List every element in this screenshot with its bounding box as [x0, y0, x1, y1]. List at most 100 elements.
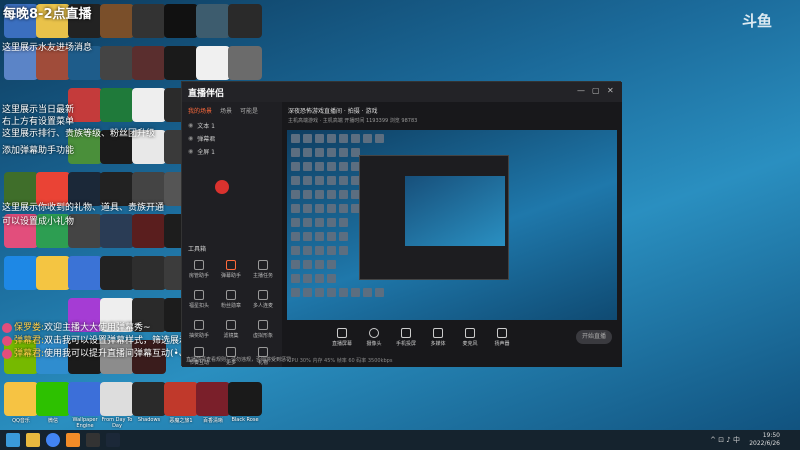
desktop-icon[interactable] [100, 214, 134, 248]
stream-meta: 主机高端游戏 · 主机高端 开播时间 1193399 浏览 98783 [288, 118, 418, 124]
chat-message: 弹幕君:双击我可以设置弹幕样式，筛选展示哦~ [2, 333, 205, 346]
desktop-icon[interactable] [36, 382, 70, 416]
nested-app-preview [359, 155, 509, 280]
desktop-icon[interactable] [228, 46, 262, 80]
desktop-icon[interactable] [100, 46, 134, 80]
screen-capture-button[interactable]: 直播屏幕 [330, 328, 354, 347]
clock-time: 19:50 [762, 432, 780, 439]
source-row[interactable]: ◉ 弹幕君 [182, 132, 282, 145]
desktop-icon[interactable] [132, 4, 166, 38]
desktop-icon[interactable] [132, 256, 166, 290]
start-live-button[interactable]: 开始直播 [576, 330, 612, 344]
left-panel: 我的场景 场景 可能是 ◉ 文本 1 ◉ 弹幕君 ◉ 全屏 1 工具箱 房管助手 弹幕… [182, 102, 282, 367]
user-badge-icon [2, 335, 12, 346]
add-source-button[interactable] [215, 180, 229, 194]
tab-other[interactable]: 可能是 [240, 106, 258, 115]
windows-start-icon[interactable] [6, 433, 20, 447]
eye-icon[interactable]: ◉ [188, 135, 193, 142]
desktop-icon[interactable] [68, 256, 102, 290]
desktop-icon[interactable] [132, 88, 166, 122]
media-icon [433, 328, 443, 338]
desktop-icon[interactable] [68, 382, 102, 416]
desktop-icon[interactable] [132, 214, 166, 248]
tool-fan-badge[interactable]: 粉丝勋章 [216, 290, 246, 309]
capture-toolbar: 直播屏幕 摄像头 手机投屏 多媒体 麦克风 扬声器 开始直播 [282, 324, 622, 356]
phone-icon [401, 328, 411, 338]
rules-notice: 直播前请查看规则：请勿违规，否则将受到惩罚 [186, 357, 292, 363]
desktop-icon[interactable] [36, 256, 70, 290]
user-badge-icon [2, 348, 12, 359]
user-badge-icon [2, 322, 12, 333]
desktop-icon[interactable] [228, 4, 262, 38]
eye-icon[interactable]: ◉ [188, 122, 193, 129]
status-bar: CPU 30% 内存 45% 帧率 60 码率 3500kbps [288, 358, 393, 364]
overlay-hint: 这里展示你收到的礼物、道具、贵族开通 [2, 203, 165, 213]
tool-lottery[interactable]: 抽奖助手 [184, 320, 214, 339]
eye-icon[interactable]: ◉ [188, 148, 193, 155]
app-logo: 直播伴侣 [188, 88, 225, 99]
tool-room-manager[interactable]: 房管助手 [184, 260, 214, 279]
desktop-icon[interactable] [196, 382, 230, 416]
stream-room-title[interactable]: 深夜恐怖游戏直播间 · 拍摄 · 游戏 [288, 106, 377, 115]
source-label: 全屏 1 [197, 149, 215, 156]
steam-icon[interactable] [106, 433, 120, 447]
phone-cast-button[interactable]: 手机投屏 [394, 328, 418, 347]
desktop-icon[interactable] [100, 88, 134, 122]
chat-text: 使用我可以提升直播间弹幕互动(•̀ᴗ•́)و [44, 349, 198, 359]
speaker-button[interactable]: 扬声器 [490, 328, 514, 347]
tab-scene[interactable]: 场景 [220, 106, 232, 115]
live-companion-taskbar-icon[interactable] [86, 433, 100, 447]
browser-icon[interactable] [46, 433, 60, 447]
system-tray[interactable]: ^ ⊡ ♪ 中 [710, 435, 740, 445]
tool-icon [258, 290, 268, 300]
overlay-hint: 可以设置成小礼物 [2, 217, 75, 227]
tab-my-scene[interactable]: 我的场景 [188, 106, 212, 115]
tool-tasks[interactable]: 主播任务 [248, 260, 278, 279]
tool-icon [226, 320, 236, 330]
desktop-icon[interactable] [100, 382, 134, 416]
tool-avatar[interactable]: 虚拟形象 [248, 320, 278, 339]
desktop-icon[interactable] [132, 382, 166, 416]
maximize-icon[interactable]: ▢ [592, 86, 600, 95]
desktop-icon[interactable] [100, 4, 134, 38]
close-icon[interactable]: ✕ [607, 86, 614, 95]
camera-button[interactable]: 摄像头 [362, 328, 386, 347]
desktop-icon[interactable] [164, 4, 198, 38]
tool-filters[interactable]: 滤镜集 [216, 320, 246, 339]
overlay-hint: 这里展示排行、贵族等级、粉丝团升级 [2, 129, 156, 139]
desktop-icon[interactable] [132, 46, 166, 80]
desktop-icon-label: Black Rose [231, 417, 259, 423]
media-button[interactable]: 多媒体 [426, 328, 450, 347]
desktop-icon[interactable] [196, 46, 230, 80]
taskbar: ^ ⊡ ♪ 中 19:50 2022/6/26 [0, 430, 800, 450]
file-explorer-icon[interactable] [26, 433, 40, 447]
douyu-taskbar-icon[interactable] [66, 433, 80, 447]
source-row[interactable]: ◉ 全屏 1 [182, 145, 282, 158]
desktop-icon[interactable] [164, 46, 198, 80]
stream-preview[interactable] [287, 130, 617, 320]
chat-user: 弹幕君: [14, 349, 45, 359]
desktop-icon[interactable] [100, 256, 134, 290]
scene-tabs: 我的场景 场景 可能是 [182, 102, 282, 119]
tool-icon [258, 320, 268, 330]
desktop-icon[interactable] [164, 382, 198, 416]
tool-lucky[interactable]: 福星扣头 [184, 290, 214, 309]
desktop-icon[interactable] [4, 256, 38, 290]
stream-schedule-title: 每晚8-2点直播 [3, 7, 92, 22]
desktop-icon[interactable] [228, 382, 262, 416]
tool-icon [226, 290, 236, 300]
source-row[interactable]: ◉ 文本 1 [182, 119, 282, 132]
microphone-button[interactable]: 麦克风 [458, 328, 482, 347]
camera-icon [369, 328, 379, 338]
live-companion-window: 直播伴侣 — ▢ ✕ 我的场景 场景 可能是 ◉ 文本 1 ◉ 弹幕君 ◉ 全屏 1 … [181, 81, 622, 367]
minimize-icon[interactable]: — [577, 86, 585, 95]
desktop-icon[interactable] [196, 4, 230, 38]
speaker-icon [497, 328, 507, 338]
desktop-icon[interactable] [4, 382, 38, 416]
tool-danmaku-assistant[interactable]: 弹幕助手 [216, 260, 246, 279]
toolbox-title: 工具箱 [188, 246, 207, 253]
tool-multi-mic[interactable]: 多人连麦 [248, 290, 278, 309]
microphone-icon [465, 328, 475, 338]
system-clock[interactable]: 19:50 2022/6/26 [749, 432, 780, 448]
douyu-watermark: 斗鱼 [741, 12, 772, 30]
